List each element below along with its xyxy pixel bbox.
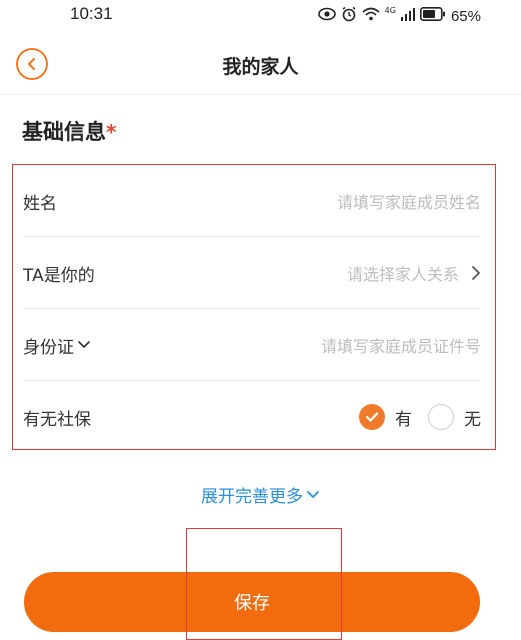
- alarm-icon: [341, 6, 357, 26]
- expand-more-label: 展开完善更多: [201, 487, 303, 507]
- section-title-text: 基础信息: [22, 120, 106, 144]
- radio-no-label: 无: [464, 409, 481, 430]
- name-row[interactable]: 姓名 请填写家庭成员姓名: [23, 165, 481, 237]
- expand-more-link[interactable]: 展开完善更多: [0, 482, 521, 507]
- relation-row[interactable]: TA是你的 请选择家人关系: [23, 237, 481, 309]
- id-type-selector[interactable]: 身份证: [23, 333, 91, 358]
- radio-yes[interactable]: 有: [359, 404, 412, 430]
- name-input[interactable]: 请填写家庭成员姓名: [337, 189, 481, 213]
- id-number-input[interactable]: 请填写家庭成员证件号: [321, 333, 481, 357]
- battery-icon: [419, 7, 446, 25]
- radio-no[interactable]: 无: [428, 404, 481, 430]
- header: 我的家人: [0, 38, 521, 94]
- social-security-label: 有无社保: [23, 409, 91, 430]
- radio-yes-label: 有: [395, 409, 412, 430]
- relation-placeholder: 请选择家人关系: [346, 265, 459, 284]
- social-security-row: 有无社保 有 无: [23, 381, 481, 453]
- relation-select[interactable]: 请选择家人关系: [347, 261, 481, 285]
- radio-empty-icon: [428, 404, 454, 430]
- battery-percent: 65%: [450, 7, 481, 25]
- signal-icon: [400, 7, 415, 25]
- relation-label: TA是你的: [23, 265, 95, 286]
- status-bar: 10:31 4G 65%: [0, 0, 521, 30]
- basic-info-form: 姓名 请填写家庭成员姓名 TA是你的 请选择家人关系 身份证 请填写家庭成员证件…: [12, 164, 496, 450]
- network-label: 4G: [384, 5, 396, 15]
- header-divider: [0, 94, 521, 95]
- id-card-row[interactable]: 身份证 请填写家庭成员证件号: [23, 309, 481, 381]
- highlight-box: [186, 528, 342, 640]
- check-icon: [359, 404, 385, 430]
- required-mark: *: [106, 120, 117, 144]
- chevron-down-icon: [78, 341, 90, 348]
- chevron-down-icon: [307, 490, 319, 498]
- page-title: 我的家人: [222, 56, 299, 78]
- status-icons: 4G 65%: [317, 5, 481, 26]
- id-type-label: 身份证: [23, 337, 74, 358]
- status-time: 10:31: [70, 4, 113, 23]
- social-security-options: 有 无: [359, 404, 481, 430]
- eye-icon: [317, 7, 336, 25]
- wifi-icon: [362, 7, 380, 25]
- name-label: 姓名: [23, 193, 57, 214]
- section-title: 基础信息*: [22, 116, 116, 146]
- chevron-right-icon: [472, 266, 480, 280]
